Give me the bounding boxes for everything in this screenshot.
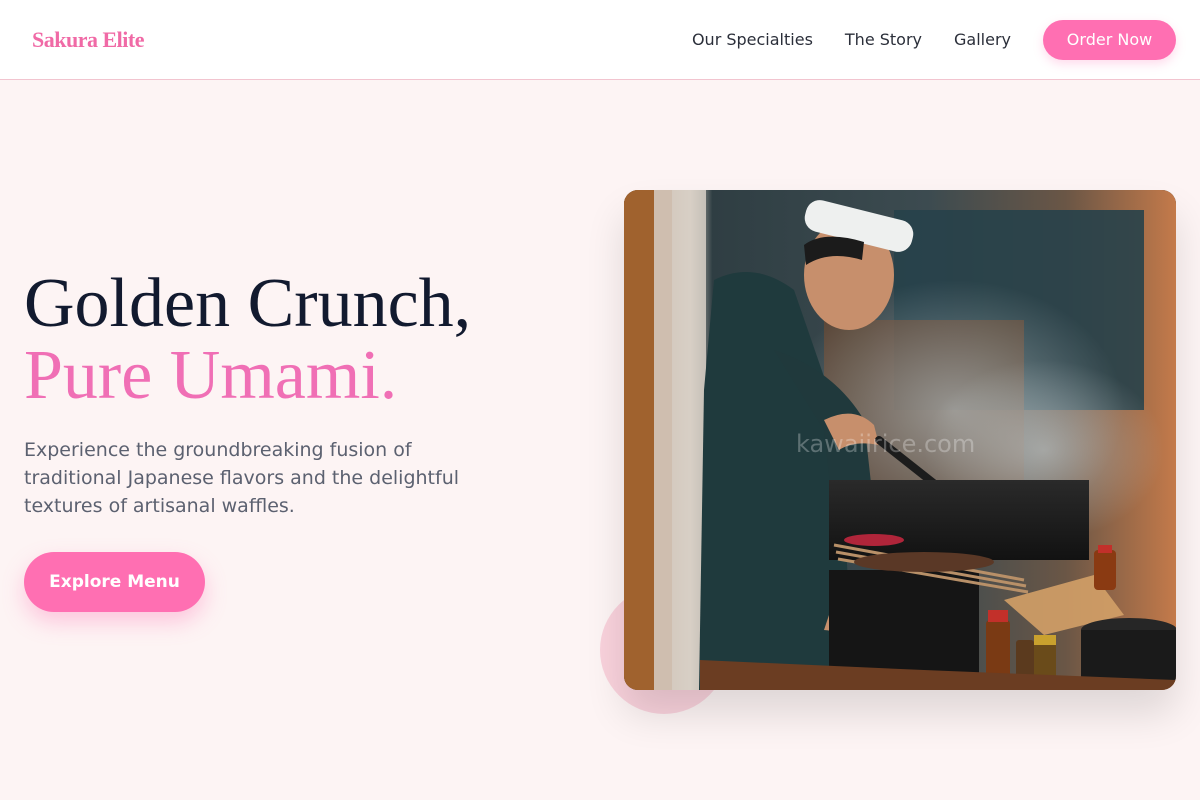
nav-link-story[interactable]: The Story [845, 30, 922, 49]
nav-link-specialties[interactable]: Our Specialties [692, 30, 813, 49]
main-nav: Our Specialties The Story Gallery Order … [660, 19, 1176, 60]
hero-photo-chef-grilling: kawaiirice.com [624, 190, 1176, 690]
headline-line-1: Golden Crunch, [24, 265, 472, 342]
image-watermark: kawaiirice.com [796, 430, 976, 458]
hero-headline: Golden Crunch, Pure Umami. [24, 268, 544, 412]
order-now-button[interactable]: Order Now [1043, 19, 1176, 60]
hero-copy: Golden Crunch, Pure Umami. Experience th… [24, 268, 544, 520]
nav-link-gallery[interactable]: Gallery [954, 30, 1011, 49]
site-header: Sakura Elite Our Specialties The Story G… [0, 0, 1200, 80]
brand-logo[interactable]: Sakura Elite [32, 27, 144, 53]
headline-line-2: Pure Umami. [24, 337, 398, 414]
hero-description: Experience the groundbreaking fusion of … [24, 439, 460, 517]
explore-menu-button[interactable]: Explore Menu [24, 552, 205, 612]
